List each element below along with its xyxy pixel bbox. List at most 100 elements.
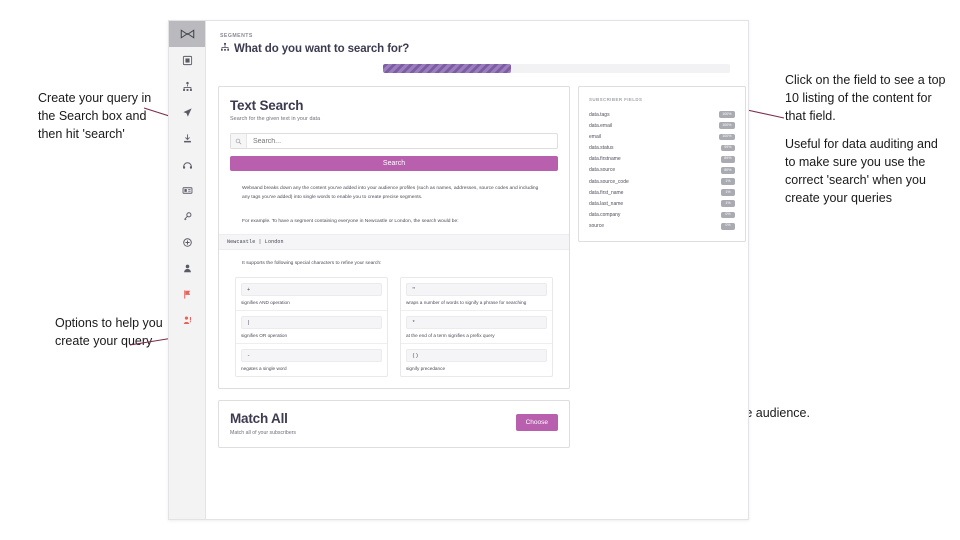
cards-icon [182, 185, 193, 196]
progress-track [383, 64, 730, 73]
flag-icon [182, 289, 193, 300]
content-row: Text Search Search for the given text in… [218, 86, 746, 390]
subscriber-field-name: data.last_name [589, 200, 624, 207]
annotation-right-top-text-2: Useful for data auditing and to make sur… [785, 137, 938, 205]
subscriber-field-badge: 1% [721, 178, 735, 185]
subscriber-field-badge: 100% [718, 111, 735, 118]
subscriber-field-row[interactable]: data.email 100% [588, 120, 736, 131]
subscriber-field-name: data.source [589, 167, 616, 174]
subscriber-field-badge: 80% [720, 166, 735, 174]
magnifier-icon [231, 134, 247, 148]
subscriber-field-badge: 1% [721, 200, 735, 208]
subscriber-fields-card: SUBSCRIBER FIELDS data.tags 100% data.emai… [578, 86, 746, 242]
special-character-desc: signifies AND operation [241, 300, 290, 306]
subscriber-field-badge: 89% [720, 155, 735, 163]
page-title-text: What do you want to search for? [234, 42, 410, 55]
special-character-symbol: + [241, 283, 382, 297]
subscriber-fields-heading: SUBSCRIBER FIELDS [589, 97, 643, 102]
subscriber-field-row[interactable]: data.first_name 1% [588, 187, 736, 198]
subscriber-field-row[interactable]: source 0% [588, 221, 736, 232]
special-character-item: () signify precedance [401, 344, 552, 376]
sidebar-item-templates[interactable] [169, 177, 205, 203]
code-example: Newcastle | London [219, 234, 569, 251]
annotation-left-top: Create your query in the Search box and … [38, 90, 156, 143]
person-alert-icon [182, 315, 193, 326]
segment-tree-icon [220, 42, 230, 55]
sidebar-item-api-keys[interactable] [169, 203, 205, 229]
special-character-item: + signifies AND operation [236, 278, 387, 312]
subscriber-field-row[interactable]: data.source_code 1% [588, 176, 736, 187]
sidebar-item-segments[interactable] [169, 73, 205, 99]
send-icon [182, 107, 193, 118]
sidebar-item-support[interactable] [169, 307, 205, 333]
dashboard-icon [182, 55, 193, 66]
special-character-symbol: | [241, 316, 382, 330]
subscriber-field-row[interactable]: data.source 80% [588, 165, 736, 176]
subscriber-field-name: data.first_name [589, 189, 624, 196]
subscriber-field-badge: 100% [718, 133, 735, 141]
special-character-item: " wraps a number of words to signify a p… [401, 278, 552, 312]
special-characters-grid: + signifies AND operation | signifies OR… [230, 277, 558, 378]
subscriber-field-name: data.tags [589, 111, 610, 118]
search-help-paragraph-3: It supports the following special charac… [242, 261, 382, 267]
subscriber-field-row[interactable]: email 100% [588, 131, 736, 142]
annotation-right-top: Click on the field to see a top 10 listi… [785, 72, 950, 207]
special-character-symbol: " [406, 283, 547, 297]
choose-button[interactable]: Choose [515, 414, 558, 432]
special-character-symbol: * [406, 316, 547, 330]
app-window: SEGMENTS What do you want to search for? [168, 20, 749, 520]
annotation-right-top-text-1: Click on the field to see a top 10 listi… [785, 73, 946, 123]
search-input[interactable] [247, 134, 557, 148]
subscriber-field-badge: 99% [720, 144, 735, 152]
subscriber-field-row[interactable]: data.tags 100% [588, 109, 736, 120]
subscriber-field-name: source [589, 223, 605, 230]
special-characters-left-column: + signifies AND operation | signifies OR… [235, 277, 388, 378]
subscriber-field-name: data.status [589, 145, 614, 152]
match-all-subtitle: Match all of your subscribers [230, 430, 297, 437]
sidebar-item-automation[interactable] [169, 151, 205, 177]
annotation-left-bottom: Options to help you create your query [55, 315, 165, 351]
special-character-desc: negates a single word [241, 366, 287, 372]
text-search-title: Text Search [230, 98, 304, 113]
special-character-symbol: - [241, 349, 382, 363]
match-all-card: Match All Match all of your subscribers … [218, 400, 570, 449]
special-character-desc: at the end of a term signifies a prefix … [406, 333, 495, 339]
sidebar-item-alerts[interactable] [169, 281, 205, 307]
user-icon [182, 263, 193, 274]
search-help-paragraph-2: For example. To have a segment containin… [242, 219, 459, 225]
sidebar-item-settings[interactable] [169, 229, 205, 255]
subscriber-field-name: data.email [589, 122, 613, 129]
subscriber-field-name: data.source_code [589, 178, 629, 185]
sidebar-item-logo[interactable] [169, 21, 205, 47]
match-all-text-block: Match All Match all of your subscribers [230, 411, 296, 436]
sidebar-item-import[interactable] [169, 125, 205, 151]
settings-icon [182, 237, 193, 248]
search-help-paragraph-1: Websand breaks down any the content you'… [242, 186, 539, 201]
subscriber-field-row[interactable]: data.status 99% [588, 142, 736, 153]
subscriber-field-row[interactable]: data.last_name 1% [588, 198, 736, 209]
sidebar-item-campaigns[interactable] [169, 99, 205, 125]
subscriber-field-name: data.company [589, 211, 621, 218]
special-character-desc: signify precedance [406, 366, 446, 372]
search-field[interactable] [230, 133, 558, 149]
app-sidebar [169, 21, 206, 519]
sidebar-item-account[interactable] [169, 255, 205, 281]
subscriber-field-badge: 0% [721, 222, 735, 230]
segments-icon [182, 81, 193, 92]
subscriber-field-name: data.firstname [589, 156, 621, 163]
automation-icon [182, 159, 193, 170]
progress-fill [383, 64, 512, 73]
subscriber-field-badge: 100% [718, 122, 735, 130]
page-title: What do you want to search for? [220, 42, 736, 55]
search-button[interactable]: Search [230, 156, 558, 171]
import-icon [182, 133, 193, 144]
special-characters-right-column: " wraps a number of words to signify a p… [400, 277, 553, 378]
breadcrumb-eyebrow: SEGMENTS [220, 33, 253, 39]
subscriber-field-row[interactable]: data.company 0% [588, 209, 736, 220]
sidebar-item-dashboard[interactable] [169, 47, 205, 73]
subscriber-field-badge: 0% [721, 211, 735, 219]
logo-bowtie-icon [180, 28, 195, 40]
subscriber-field-badge: 1% [721, 189, 735, 197]
special-character-item: * at the end of a term signifies a prefi… [401, 311, 552, 345]
subscriber-field-row[interactable]: data.firstname 89% [588, 154, 736, 165]
